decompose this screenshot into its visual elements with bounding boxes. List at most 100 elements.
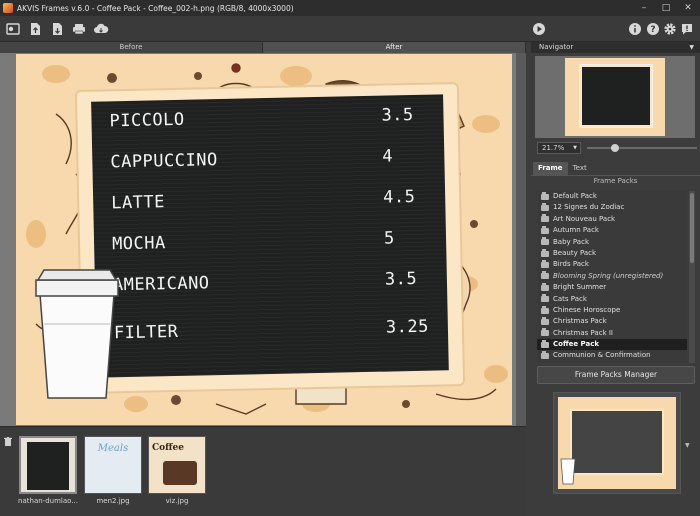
list-item[interactable]: Default Pack: [537, 191, 687, 202]
tab-after[interactable]: After: [263, 42, 526, 53]
save-icon[interactable]: [49, 21, 65, 37]
folder-icon: [541, 339, 549, 348]
chevron-down-icon[interactable]: ▼: [685, 442, 690, 449]
folder-icon: [541, 305, 549, 314]
folder-icon: [541, 225, 549, 234]
thumbnail-item[interactable]: Coffee: [148, 436, 206, 494]
list-item[interactable]: Birds Pack: [537, 259, 687, 270]
help-icon[interactable]: ?: [645, 21, 661, 37]
menu-item-price: 3.25: [385, 316, 430, 338]
list-item[interactable]: Blooming Spring (unregistered): [537, 271, 687, 282]
list-item-label: Beauty Pack: [553, 248, 597, 257]
list-item-label: Communion & Confirmation: [553, 351, 651, 360]
view-tabs: Before After: [0, 42, 526, 53]
app-logo-icon: [3, 3, 13, 13]
thumbnail-item[interactable]: [19, 436, 77, 494]
thumbnail-label: viz.jpg: [165, 497, 189, 505]
image-canvas[interactable]: PICCOLO 3.5 CAPPUCCINO 4 LATTE 4.5 MOCHA…: [0, 53, 526, 426]
list-item[interactable]: Communion & Confirmation: [537, 350, 687, 361]
zoom-slider-handle[interactable]: [611, 144, 619, 152]
tab-before[interactable]: Before: [0, 42, 263, 53]
folder-icon: [541, 294, 549, 303]
info-icon[interactable]: [627, 21, 643, 37]
open-icon[interactable]: [27, 21, 43, 37]
tab-frame[interactable]: Frame: [533, 162, 568, 175]
list-item-label: Art Nouveau Pack: [553, 214, 616, 223]
list-item[interactable]: Art Nouveau Pack: [537, 214, 687, 225]
thumbnail-caption: Coffee: [152, 443, 185, 453]
folder-icon: [541, 282, 549, 291]
menu-item-name: PICCOLO: [109, 109, 185, 132]
list-item[interactable]: Baby Pack: [537, 237, 687, 248]
news-icon[interactable]: [679, 21, 695, 37]
list-item[interactable]: Cats Pack: [537, 294, 687, 305]
list-item[interactable]: Beauty Pack: [537, 248, 687, 259]
title-bar: AKVIS Frames v.6.0 - Coffee Pack - Coffe…: [0, 0, 700, 16]
minimize-button[interactable]: –: [634, 0, 654, 16]
batch-icon[interactable]: [5, 21, 21, 37]
menu-item-price: 5: [383, 228, 395, 249]
tab-text[interactable]: Text: [568, 162, 592, 175]
list-item-label: Autumn Pack: [553, 226, 599, 235]
navigator-preview[interactable]: [535, 56, 695, 138]
canvas-scrollbar[interactable]: [516, 53, 526, 426]
menu-row: FILTER 3.25: [114, 317, 435, 352]
folder-icon: [541, 191, 549, 200]
coffee-cup-icon: [35, 269, 119, 399]
menu-item-price: 3.5: [381, 104, 414, 126]
menu-row: AMERICANO 3.5: [113, 269, 434, 304]
frame-preview[interactable]: [553, 392, 681, 494]
framed-image[interactable]: PICCOLO 3.5 CAPPUCCINO 4 LATTE 4.5 MOCHA…: [16, 54, 512, 425]
list-item-label: Default Pack: [553, 192, 597, 200]
close-button[interactable]: ✕: [678, 0, 698, 16]
menu-item-name: CAPPUCCINO: [110, 150, 218, 173]
menu-row: LATTE 4.5: [111, 187, 432, 222]
maximize-button[interactable]: □: [656, 0, 676, 16]
list-item[interactable]: Christmas Pack II: [537, 328, 687, 339]
trash-icon[interactable]: [4, 437, 12, 446]
print-icon[interactable]: [71, 21, 87, 37]
list-item-label: Cats Pack: [553, 294, 587, 303]
list-item-label: Christmas Pack: [553, 317, 607, 326]
list-item-label: Baby Pack: [553, 237, 590, 246]
svg-text:?: ?: [650, 25, 655, 35]
list-item[interactable]: Christmas Pack: [537, 316, 687, 327]
frame-packs-scrollbar[interactable]: [689, 191, 695, 363]
list-item[interactable]: Chinese Horoscope: [537, 305, 687, 316]
list-item[interactable]: 12 Signes du Zodiac: [537, 202, 687, 213]
menu-letter-board: PICCOLO 3.5 CAPPUCCINO 4 LATTE 4.5 MOCHA…: [91, 94, 449, 378]
folder-icon: [541, 248, 549, 257]
list-item-label: Coffee Pack: [553, 340, 600, 349]
list-item-label: Christmas Pack II: [553, 328, 613, 337]
folder-icon: [541, 351, 549, 360]
folder-icon: [541, 214, 549, 223]
run-icon[interactable]: [531, 21, 547, 37]
frame-packs-title: Frame Packs: [593, 177, 638, 185]
frame-packs-manager-button[interactable]: Frame Packs Manager: [537, 366, 695, 384]
folder-icon: [541, 203, 549, 212]
menu-row: PICCOLO 3.5: [109, 105, 430, 140]
folder-icon: [541, 260, 549, 269]
folder-icon: [541, 328, 549, 337]
menu-row: CAPPUCCINO 4: [110, 146, 431, 181]
menu-item-name: AMERICANO: [112, 273, 210, 296]
zoom-slider[interactable]: [587, 147, 697, 149]
menu-item-price: 4.5: [382, 186, 416, 208]
list-item-label: 12 Signes du Zodiac: [553, 203, 625, 212]
image-thumbnails: nathan-dumlao... Meals men2.jpg Coffee v…: [0, 426, 526, 516]
navigator-title: Navigator: [539, 43, 574, 51]
list-item[interactable]: Bright Summer: [537, 282, 687, 293]
collapse-icon[interactable]: ▼: [689, 42, 694, 53]
menu-item-price: 4: [382, 146, 394, 167]
frame-packs-list[interactable]: Default Pack 12 Signes du Zodiac Art Nou…: [537, 191, 687, 363]
thumbnail-item[interactable]: Meals: [84, 436, 142, 494]
panel-tabs: Frame Text: [533, 162, 592, 175]
menu-item-name: MOCHA: [111, 233, 166, 255]
chevron-down-icon: ▼: [573, 145, 577, 151]
zoom-select[interactable]: 21.7% ▼: [537, 142, 581, 154]
navigator-header: Navigator ▼: [531, 42, 700, 53]
list-item-selected[interactable]: Coffee Pack: [537, 339, 687, 351]
list-item[interactable]: Autumn Pack: [537, 225, 687, 236]
settings-icon[interactable]: [662, 21, 678, 37]
share-icon[interactable]: [93, 21, 109, 37]
